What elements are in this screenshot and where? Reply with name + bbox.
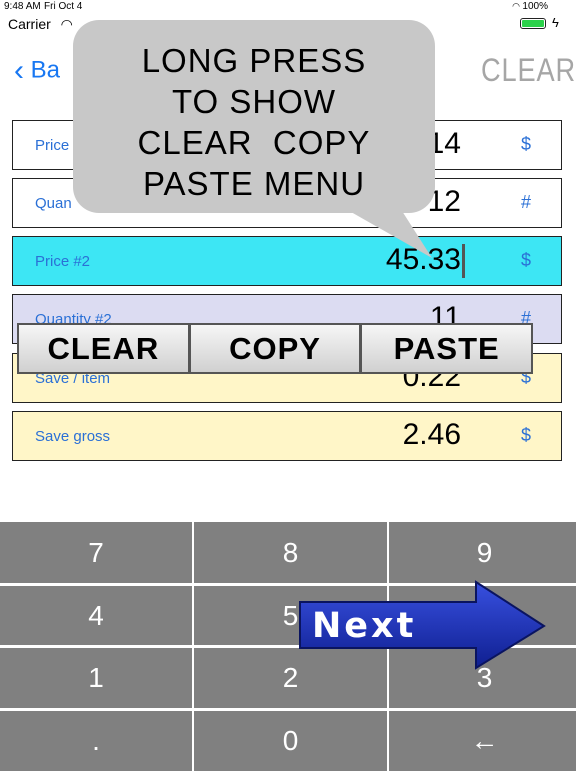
carrier-label: Carrier bbox=[8, 16, 51, 32]
next-button[interactable]: Next bbox=[296, 580, 546, 670]
status-date: Fri Oct 4 bbox=[44, 1, 83, 12]
clear-all-button[interactable]: CLEAR bbox=[481, 52, 576, 89]
field-unit: $ bbox=[520, 250, 531, 270]
field-unit: $ bbox=[520, 425, 531, 445]
speech-bubble-tooltip: LONG PRESS TO SHOW CLEAR COPY PASTE MENU bbox=[73, 20, 435, 213]
battery-icon bbox=[520, 18, 546, 29]
price2-field[interactable]: Price #2 45.33 $ bbox=[12, 236, 562, 286]
key-8[interactable]: 8 bbox=[194, 522, 387, 583]
tooltip-line: TO SHOW bbox=[171, 83, 337, 120]
back-label: Ba bbox=[30, 56, 61, 84]
field-label: Quan bbox=[35, 195, 72, 212]
edit-context-menu: CLEAR COPY PASTE bbox=[17, 323, 533, 374]
key-0[interactable]: 0 bbox=[194, 711, 387, 771]
charging-bolt-icon: ϟ bbox=[552, 15, 559, 30]
carrier-row: Carrier ◠ bbox=[8, 16, 73, 33]
key-backspace[interactable]: ← bbox=[389, 711, 576, 771]
menu-clear-button[interactable]: CLEAR bbox=[19, 325, 188, 372]
key-4[interactable]: 4 bbox=[0, 586, 192, 645]
field-value: 45.33 bbox=[385, 243, 461, 276]
battery-percent: 100% bbox=[522, 1, 548, 12]
key-1[interactable]: 1 bbox=[0, 648, 192, 708]
text-cursor bbox=[462, 244, 465, 278]
key-9[interactable]: 9 bbox=[389, 522, 576, 583]
key-decimal[interactable]: . bbox=[0, 711, 192, 771]
wifi-icon: ◠ bbox=[60, 16, 73, 32]
wifi-icon: ◠ bbox=[512, 1, 520, 11]
save-gross-field[interactable]: Save gross 2.46 $ bbox=[12, 411, 562, 461]
back-button[interactable]: ‹ Ba bbox=[14, 53, 61, 87]
tooltip-text: LONG PRESS TO SHOW CLEAR COPY PASTE MENU bbox=[73, 40, 435, 204]
field-unit: $ bbox=[520, 134, 531, 154]
field-label: Price #2 bbox=[35, 253, 91, 270]
chevron-left-icon: ‹ bbox=[14, 53, 24, 87]
key-7[interactable]: 7 bbox=[0, 522, 192, 583]
status-bar: 9:48 AM Fri Oct 4 ◠ 100% bbox=[0, 0, 576, 14]
status-time: 9:48 AM bbox=[4, 1, 41, 12]
tooltip-line: PASTE MENU bbox=[142, 165, 366, 202]
field-label: Price bbox=[35, 137, 70, 154]
field-label: Save gross bbox=[35, 428, 111, 445]
menu-paste-button[interactable]: PASTE bbox=[362, 325, 532, 372]
menu-copy-button[interactable]: COPY bbox=[190, 325, 360, 372]
tooltip-line: CLEAR COPY bbox=[137, 124, 371, 161]
field-value: 2.46 bbox=[402, 418, 461, 451]
field-unit: # bbox=[520, 192, 531, 212]
tooltip-line: LONG PRESS bbox=[141, 42, 367, 79]
next-label: Next bbox=[312, 606, 417, 646]
